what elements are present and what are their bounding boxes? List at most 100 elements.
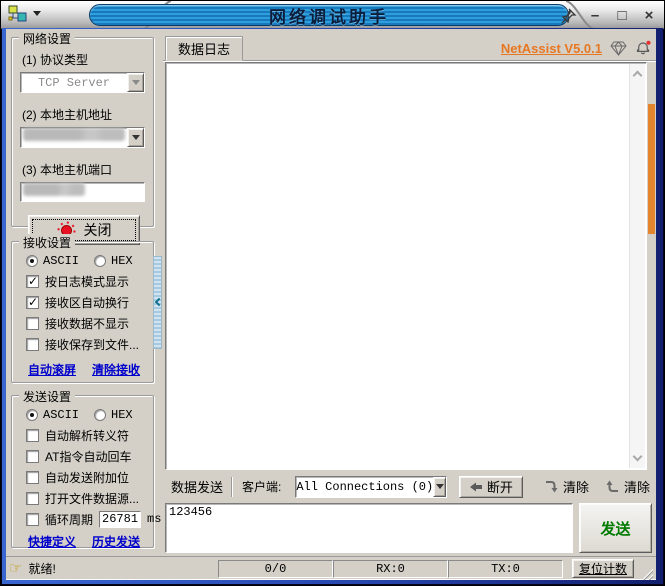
- shortcut-define-link[interactable]: 快捷定义: [28, 533, 76, 550]
- main-content: 网络设置 (1) 协议类型 TCP Server (2) 本地主机地址 (3) …: [6, 29, 656, 580]
- client-value: All Connections (0): [296, 479, 434, 494]
- clear-receive-button[interactable]: 清除: [544, 477, 589, 496]
- status-bar: ☞ 就绪! 0/0 RX:0 TX:0 复位计数: [6, 556, 656, 580]
- checkbox-checked-icon[interactable]: [26, 295, 39, 309]
- version-link[interactable]: NetAssist V5.0.1: [501, 41, 602, 56]
- at-cr-label: AT指令自动回车: [45, 449, 132, 464]
- rx-counter: RX:0: [332, 559, 448, 578]
- cycle-unit-label: ms: [147, 512, 162, 526]
- host-address-label: (2) 本地主机地址: [22, 108, 113, 122]
- client-dropdown-button[interactable]: [433, 476, 447, 497]
- auto-wrap-option[interactable]: 接收区自动换行: [26, 295, 149, 310]
- divider: [231, 476, 233, 497]
- cycle-period-option[interactable]: 循环周期 ms: [26, 510, 161, 528]
- diamond-icon[interactable]: [610, 40, 627, 56]
- clear-send-label: 清除: [623, 480, 650, 495]
- client-select[interactable]: All Connections (0): [295, 475, 448, 498]
- auto-append-label: 自动发送附加位: [45, 470, 130, 485]
- send-input-row: 123456 发送: [165, 503, 652, 553]
- app-window: 网络调试助手 – □ × 网络设置 (1) 协议类型 TCP Server (2…: [0, 0, 665, 586]
- maximize-button[interactable]: □: [613, 5, 631, 25]
- send-ascii-radio[interactable]: [26, 409, 38, 421]
- scroll-position-indicator: [648, 104, 655, 234]
- chevron-down-icon: [131, 135, 140, 140]
- history-send-link[interactable]: 历史发送: [92, 533, 140, 550]
- save-to-file-option[interactable]: 接收保存到文件...: [26, 337, 149, 352]
- chevron-down-icon: [131, 80, 140, 85]
- hide-received-label: 接收数据不显示: [45, 316, 130, 331]
- file-source-label: 打开文件数据源...: [45, 491, 140, 506]
- protocol-select[interactable]: TCP Server: [20, 72, 145, 93]
- clear-receive-label: 清除: [562, 480, 589, 495]
- protocol-dropdown-button[interactable]: [127, 73, 144, 92]
- receive-hex-label: HEX: [111, 254, 133, 268]
- checkbox-icon[interactable]: [26, 337, 39, 351]
- checkbox-icon[interactable]: [26, 428, 39, 442]
- resize-grip[interactable]: [640, 567, 653, 580]
- checkbox-icon[interactable]: [26, 491, 39, 505]
- receive-settings-title: 接收设置: [19, 234, 76, 251]
- app-menu-caret-icon[interactable]: [33, 11, 41, 16]
- at-cr-option[interactable]: AT指令自动回车: [26, 449, 149, 464]
- tab-data-send[interactable]: 数据发送: [165, 477, 231, 496]
- pin-icon[interactable]: [560, 7, 577, 24]
- checkbox-icon[interactable]: [26, 449, 39, 463]
- checkbox-icon[interactable]: [26, 512, 39, 526]
- tab-data-log[interactable]: 数据日志: [165, 36, 244, 61]
- reset-count-button[interactable]: 复位计数: [571, 559, 634, 578]
- receive-ascii-radio[interactable]: [26, 255, 38, 267]
- receive-hex-radio[interactable]: [94, 255, 107, 267]
- status-text: 就绪!: [28, 562, 56, 576]
- clear-send-button[interactable]: 清除: [605, 477, 650, 496]
- hide-received-option[interactable]: 接收数据不显示: [26, 316, 149, 331]
- log-mode-option[interactable]: 按日志模式显示: [26, 274, 149, 289]
- arrow-left-icon: [469, 482, 482, 491]
- tx-counter: TX:0: [447, 559, 563, 578]
- panel-collapse-splitter[interactable]: [153, 256, 164, 349]
- checkbox-icon[interactable]: [26, 316, 39, 330]
- receive-settings-group: 接收设置 ASCII HEX 按日志模式显示 接收区自动换行 接: [11, 234, 154, 383]
- checkbox-checked-icon[interactable]: [26, 274, 39, 288]
- disconnect-label: 断开: [486, 480, 513, 495]
- auto-scroll-link[interactable]: 自动滚屏: [28, 361, 76, 378]
- clear-receive-link[interactable]: 清除接收: [92, 361, 140, 378]
- send-data-input[interactable]: 123456: [165, 503, 573, 553]
- chevron-left-icon: [154, 297, 164, 307]
- arrow-curve-up-icon: [606, 480, 618, 492]
- receive-ascii-label: ASCII: [43, 254, 80, 268]
- scroll-up-icon[interactable]: [632, 70, 643, 81]
- bell-notification-icon[interactable]: [635, 40, 652, 56]
- host-address-dropdown-button[interactable]: [127, 128, 144, 147]
- cycle-period-input[interactable]: [99, 510, 142, 528]
- log-scrollbar[interactable]: [629, 64, 645, 468]
- reset-count-label: 复位计数: [578, 562, 627, 576]
- client-label: 客户端:: [242, 480, 282, 494]
- minimize-button[interactable]: –: [586, 5, 604, 25]
- log-mode-label: 按日志模式显示: [45, 274, 130, 289]
- disconnect-button[interactable]: 断开: [459, 475, 524, 498]
- arrow-curve-down-icon: [545, 481, 558, 493]
- auto-wrap-label: 接收区自动换行: [45, 295, 130, 310]
- escape-parse-label: 自动解析转义符: [45, 428, 130, 443]
- connection-counter: 0/0: [217, 559, 333, 578]
- auto-append-option[interactable]: 自动发送附加位: [26, 470, 149, 485]
- chevron-down-icon: [435, 484, 444, 489]
- file-source-option[interactable]: 打开文件数据源...: [26, 491, 149, 506]
- scroll-down-icon[interactable]: [632, 451, 643, 462]
- app-icon[interactable]: [8, 5, 27, 22]
- redacted-host-address: [23, 128, 125, 141]
- send-button[interactable]: 发送: [579, 503, 652, 553]
- close-button[interactable]: ×: [640, 5, 658, 25]
- host-port-label: (3) 本地主机端口: [22, 163, 113, 177]
- network-settings-group: 网络设置 (1) 协议类型 TCP Server (2) 本地主机地址 (3) …: [11, 30, 154, 245]
- data-log-area[interactable]: [165, 62, 647, 470]
- send-button-label: 发送: [600, 520, 631, 538]
- send-hex-radio[interactable]: [94, 409, 107, 421]
- log-tab-bar: 数据日志 NetAssist V5.0.1: [163, 29, 656, 61]
- escape-parse-option[interactable]: 自动解析转义符: [26, 428, 149, 443]
- checkbox-icon[interactable]: [26, 470, 39, 484]
- host-port-input[interactable]: [20, 182, 145, 202]
- network-settings-title: 网络设置: [19, 30, 76, 47]
- protocol-label: (1) 协议类型: [22, 53, 89, 67]
- host-address-select[interactable]: [20, 127, 145, 148]
